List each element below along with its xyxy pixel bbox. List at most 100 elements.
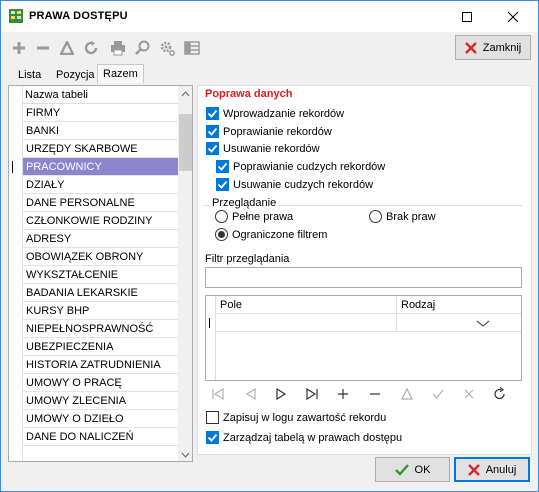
search-icon[interactable] bbox=[135, 40, 151, 56]
checkbox-insert[interactable]: Wprowadzanie rekordów bbox=[206, 107, 344, 120]
checkbox-box[interactable] bbox=[206, 107, 219, 120]
checkbox-box[interactable] bbox=[206, 411, 219, 424]
checkbox-label: Poprawianie cudzych rekordów bbox=[233, 160, 386, 173]
table-row[interactable]: BANKI bbox=[23, 122, 178, 140]
checkbox-label: Usuwanie cudzych rekordów bbox=[233, 178, 374, 191]
table-row[interactable]: ADRESY bbox=[23, 230, 178, 248]
next-icon[interactable] bbox=[273, 386, 289, 402]
grid-column-pole: Pole bbox=[220, 299, 243, 311]
maximize-icon bbox=[462, 11, 472, 22]
delete-icon[interactable] bbox=[367, 386, 383, 402]
close-button[interactable]: Zamknij bbox=[455, 35, 531, 60]
maximize-button[interactable] bbox=[444, 1, 490, 32]
scroll-up-icon[interactable] bbox=[178, 87, 193, 101]
permissions-panel: Poprawa danych Wprowadzanie rekordów Pop… bbox=[197, 85, 532, 455]
checkmark-icon bbox=[394, 463, 409, 476]
table-row[interactable]: FIRMY bbox=[23, 104, 178, 122]
checkbox-delete-others[interactable]: Usuwanie cudzych rekordów bbox=[216, 178, 373, 191]
grid-header bbox=[216, 296, 521, 314]
grid-column-rodzaj: Rodzaj bbox=[401, 299, 436, 311]
radio-circle[interactable] bbox=[215, 228, 228, 241]
refresh-icon[interactable] bbox=[83, 40, 99, 56]
table-row[interactable]: UMOWY ZLECENIA bbox=[23, 392, 178, 410]
radio-circle[interactable] bbox=[215, 210, 228, 223]
checkbox-label: Zarządzaj tabelą w prawach dostępu bbox=[223, 431, 403, 444]
radio-label: Ograniczone filtrem bbox=[232, 228, 328, 241]
radio-filtered[interactable]: Ograniczone filtrem bbox=[215, 228, 327, 241]
grid-indicator-column bbox=[206, 296, 216, 380]
settings-icon[interactable] bbox=[159, 40, 175, 56]
toolbar: Zamknij bbox=[1, 32, 538, 64]
tab-label: Razem bbox=[103, 68, 138, 80]
tab-label: Lista bbox=[18, 68, 42, 81]
close-icon bbox=[508, 11, 518, 22]
checkbox-edit[interactable]: Poprawianie rekordów bbox=[206, 125, 332, 138]
checkbox-log[interactable]: Zapisuj w logu zawartość rekordu bbox=[206, 411, 386, 424]
checkbox-box[interactable] bbox=[216, 178, 229, 191]
table-row[interactable]: URZĘDY SKARBOWE bbox=[23, 140, 178, 158]
table-row[interactable]: KURSY BHP bbox=[23, 302, 178, 320]
filter-input[interactable] bbox=[205, 267, 522, 288]
insert-icon[interactable] bbox=[335, 386, 351, 402]
table-row[interactable]: DZIAŁY bbox=[23, 176, 178, 194]
cancel-button[interactable]: Anuluj bbox=[454, 457, 530, 482]
table-row[interactable]: PRACOWNICY bbox=[23, 158, 178, 176]
refresh-icon[interactable] bbox=[492, 386, 508, 402]
post-icon[interactable] bbox=[430, 386, 446, 402]
table-list: Nazwa tabeli FIRMY BANKI URZĘDY SKARBOWE PR… bbox=[8, 85, 193, 462]
table-row[interactable]: BADANIA LEKARSKIE bbox=[23, 284, 178, 302]
close-red-icon bbox=[464, 41, 477, 54]
checkbox-manage[interactable]: Zarządzaj tabelą w prawach dostępu bbox=[206, 431, 402, 444]
first-icon[interactable] bbox=[210, 386, 226, 402]
radio-label: Brak praw bbox=[386, 210, 436, 223]
add-icon[interactable] bbox=[11, 40, 27, 56]
checkbox-box[interactable] bbox=[206, 142, 219, 155]
columns-icon[interactable] bbox=[184, 40, 200, 56]
checkbox-delete[interactable]: Usuwanie rekordów bbox=[206, 142, 320, 155]
filter-label: Filtr przeglądania bbox=[205, 253, 290, 265]
checkbox-box[interactable] bbox=[206, 431, 219, 444]
scroll-down-icon[interactable] bbox=[178, 448, 193, 462]
radio-circle[interactable] bbox=[369, 210, 382, 223]
dialog-window: PRAWA DOSTĘPU Zamknij Lista Pozycja Raze… bbox=[0, 0, 539, 492]
table-header: Nazwa tabeli bbox=[23, 86, 178, 104]
table-row[interactable]: WYKSZTAŁCENIE bbox=[23, 266, 178, 284]
browse-group-label: Przeglądanie bbox=[210, 197, 279, 209]
table-row[interactable]: UBEZPIECZENIA bbox=[23, 338, 178, 356]
filter-icon[interactable] bbox=[59, 40, 75, 56]
fields-grid: Pole Rodzaj bbox=[205, 295, 522, 381]
tab-lista[interactable]: Lista bbox=[13, 66, 46, 83]
check-icon bbox=[207, 144, 218, 153]
vertical-scrollbar[interactable] bbox=[178, 86, 193, 462]
table-row[interactable]: CZŁONKOWIE RODZINY bbox=[23, 212, 178, 230]
table-row[interactable]: DANE DO NALICZEŃ bbox=[23, 428, 178, 446]
print-icon[interactable] bbox=[110, 40, 126, 56]
prev-icon[interactable] bbox=[243, 386, 259, 402]
radio-full[interactable]: Pełne prawa bbox=[215, 210, 293, 223]
ok-button[interactable]: OK bbox=[375, 457, 450, 482]
close-window-button[interactable] bbox=[490, 1, 536, 32]
scrollbar-thumb[interactable] bbox=[179, 114, 192, 171]
ok-button-label: OK bbox=[414, 463, 431, 476]
table-row[interactable]: DANE PERSONALNE bbox=[23, 194, 178, 212]
table-row[interactable]: NIEPEŁNOSPRAWNOŚĆ bbox=[23, 320, 178, 338]
section-title: Poprawa danych bbox=[205, 88, 293, 100]
remove-icon[interactable] bbox=[35, 40, 51, 56]
checkbox-box[interactable] bbox=[216, 160, 229, 173]
table-row[interactable]: HISTORIA ZATRUDNIENIA bbox=[23, 356, 178, 374]
table-row[interactable]: UMOWY O PRACĘ bbox=[23, 374, 178, 392]
check-icon bbox=[217, 180, 228, 189]
row-cursor bbox=[209, 318, 210, 328]
checkbox-box[interactable] bbox=[206, 125, 219, 138]
radio-none[interactable]: Brak praw bbox=[369, 210, 436, 223]
tab-pozycja[interactable]: Pozycja bbox=[51, 66, 100, 83]
checkbox-edit-others[interactable]: Poprawianie cudzych rekordów bbox=[216, 160, 385, 173]
check-icon bbox=[207, 109, 218, 118]
tab-razem[interactable]: Razem bbox=[97, 64, 144, 83]
last-icon[interactable] bbox=[304, 386, 320, 402]
dropdown-chevron-icon[interactable] bbox=[476, 320, 490, 328]
edit-icon[interactable] bbox=[399, 386, 415, 402]
table-row[interactable]: OBOWIĄZEK OBRONY bbox=[23, 248, 178, 266]
table-row[interactable]: UMOWY O DZIEŁO bbox=[23, 410, 178, 428]
cancel-icon[interactable] bbox=[461, 386, 477, 402]
